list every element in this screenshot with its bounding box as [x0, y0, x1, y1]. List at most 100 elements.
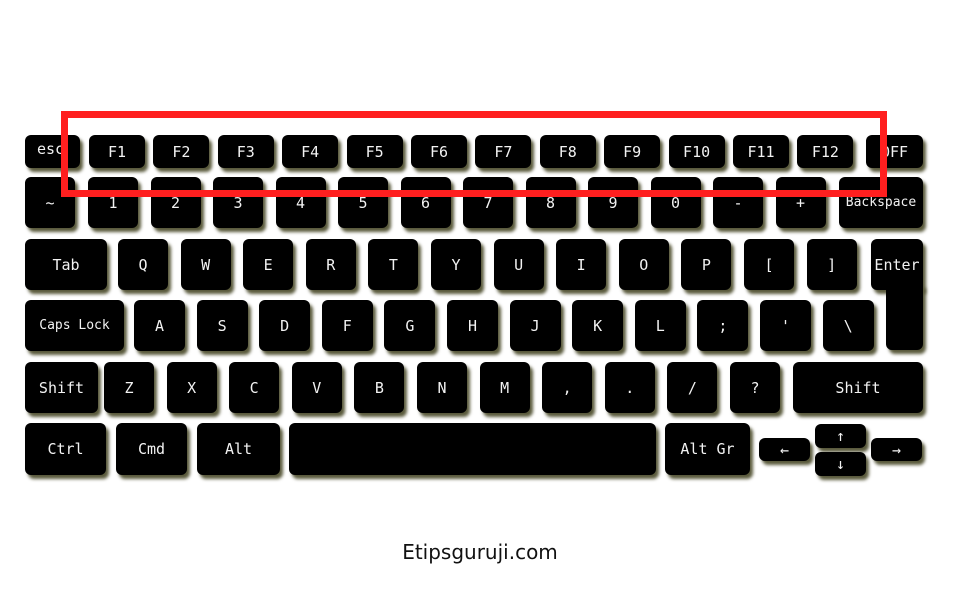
key-f6[interactable]: F6: [411, 135, 467, 168]
key-label: ↓: [835, 455, 846, 473]
key-label: E: [263, 255, 273, 274]
key-n[interactable]: N: [417, 362, 467, 413]
key-s[interactable]: S: [196, 300, 248, 351]
key-label: S: [217, 316, 227, 335]
key-9[interactable]: 9: [588, 177, 638, 228]
key-semicolon[interactable]: ;: [697, 300, 749, 351]
key-cmd[interactable]: Cmd: [116, 423, 187, 475]
key-h[interactable]: H: [447, 300, 498, 351]
key-y[interactable]: Y: [431, 239, 481, 290]
key-enter-lower[interactable]: [886, 284, 923, 350]
key-alt[interactable]: Alt: [197, 423, 280, 475]
key-t[interactable]: T: [368, 239, 419, 290]
key-3[interactable]: 3: [213, 177, 263, 228]
key-f2[interactable]: F2: [153, 135, 210, 168]
key-backslash[interactable]: \: [822, 300, 874, 351]
key-v[interactable]: V: [291, 362, 342, 413]
key-d[interactable]: D: [259, 300, 311, 351]
key-b[interactable]: B: [354, 362, 405, 413]
key-g[interactable]: G: [384, 300, 436, 351]
key-f5[interactable]: F5: [346, 135, 403, 168]
key-u[interactable]: U: [493, 239, 544, 290]
key-0[interactable]: 0: [650, 177, 701, 228]
key-backspace[interactable]: Backspace: [839, 177, 923, 228]
key-space[interactable]: [289, 423, 656, 475]
key-f4[interactable]: F4: [282, 135, 339, 168]
key-comma[interactable]: ,: [542, 362, 593, 413]
key-label: 6: [420, 193, 431, 212]
key-f1[interactable]: F1: [89, 135, 145, 168]
key-6[interactable]: 6: [400, 177, 451, 228]
key-f7[interactable]: F7: [475, 135, 532, 168]
key-c[interactable]: C: [229, 362, 280, 413]
key-o[interactable]: O: [618, 239, 669, 290]
key-label: H: [467, 316, 478, 335]
key-label: Alt Gr: [680, 440, 735, 458]
key-plus[interactable]: +: [775, 177, 826, 228]
key-p[interactable]: P: [681, 239, 732, 290]
key-label: \: [843, 316, 853, 335]
key-r[interactable]: R: [305, 239, 356, 290]
key-label: T: [388, 255, 398, 274]
key-label: X: [187, 378, 197, 397]
key-f3[interactable]: F3: [217, 135, 274, 168]
key-label: N: [437, 378, 447, 397]
key-f9[interactable]: F9: [604, 135, 661, 168]
key-label: Alt: [224, 440, 253, 458]
key-ctrl[interactable]: Ctrl: [25, 423, 106, 475]
key-enter[interactable]: Enter: [871, 239, 923, 290]
key-arrow-right[interactable]: →: [871, 438, 922, 461]
key-slash[interactable]: /: [667, 362, 718, 413]
key-f10[interactable]: F10: [668, 135, 725, 168]
key-f11[interactable]: F11: [733, 135, 789, 168]
key-2[interactable]: 2: [150, 177, 201, 228]
key-z[interactable]: Z: [104, 362, 154, 413]
key-caps-lock[interactable]: Caps Lock: [25, 300, 124, 351]
key-tilde[interactable]: ~: [25, 177, 75, 228]
key-tab[interactable]: Tab: [25, 239, 107, 290]
key-7[interactable]: 7: [463, 177, 513, 228]
key-off[interactable]: OFF: [866, 135, 923, 168]
key-q[interactable]: Q: [118, 239, 168, 290]
key-8[interactable]: 8: [525, 177, 576, 228]
key-label: B: [374, 378, 384, 397]
key-label: V: [312, 378, 322, 397]
key-label: C: [249, 378, 259, 397]
key-label: F1: [107, 142, 127, 161]
key-f[interactable]: F: [321, 300, 373, 351]
key-left-bracket[interactable]: [: [744, 239, 794, 290]
key-shift[interactable]: Shift: [793, 362, 923, 413]
key-label: 5: [358, 193, 368, 212]
key-arrow-down[interactable]: ↓: [815, 452, 866, 476]
key-minus[interactable]: -: [713, 177, 763, 228]
key-question[interactable]: ?: [730, 362, 780, 413]
key-label: 0: [670, 193, 681, 212]
key-arrow-left[interactable]: ←: [759, 438, 810, 461]
key-5[interactable]: 5: [338, 177, 388, 228]
key-label: Ctrl: [47, 440, 84, 458]
key-1[interactable]: 1: [88, 177, 138, 228]
key-e[interactable]: E: [243, 239, 294, 290]
key-alt-gr[interactable]: Alt Gr: [665, 423, 750, 475]
key-label: F: [342, 316, 352, 335]
key-i[interactable]: I: [556, 239, 607, 290]
key-4[interactable]: 4: [275, 177, 326, 228]
key-x[interactable]: X: [166, 362, 217, 413]
key-w[interactable]: W: [180, 239, 231, 290]
key-k[interactable]: K: [572, 300, 624, 351]
key-right-bracket[interactable]: ]: [806, 239, 857, 290]
key-label: OFF: [880, 142, 909, 161]
key-f8[interactable]: F8: [539, 135, 596, 168]
key-m[interactable]: M: [479, 362, 530, 413]
key-f12[interactable]: F12: [797, 135, 854, 168]
key-a[interactable]: A: [134, 300, 185, 351]
key-shift[interactable]: Shift: [25, 362, 98, 413]
key-arrow-up[interactable]: ↑: [815, 424, 866, 448]
key-l[interactable]: L: [634, 300, 686, 351]
key-label: J: [530, 316, 540, 335]
key-esc[interactable]: esc: [25, 135, 80, 168]
key-j[interactable]: J: [509, 300, 561, 351]
key-apostrophe[interactable]: ': [760, 300, 811, 351]
key-label: 3: [233, 193, 243, 212]
key-period[interactable]: .: [604, 362, 655, 413]
